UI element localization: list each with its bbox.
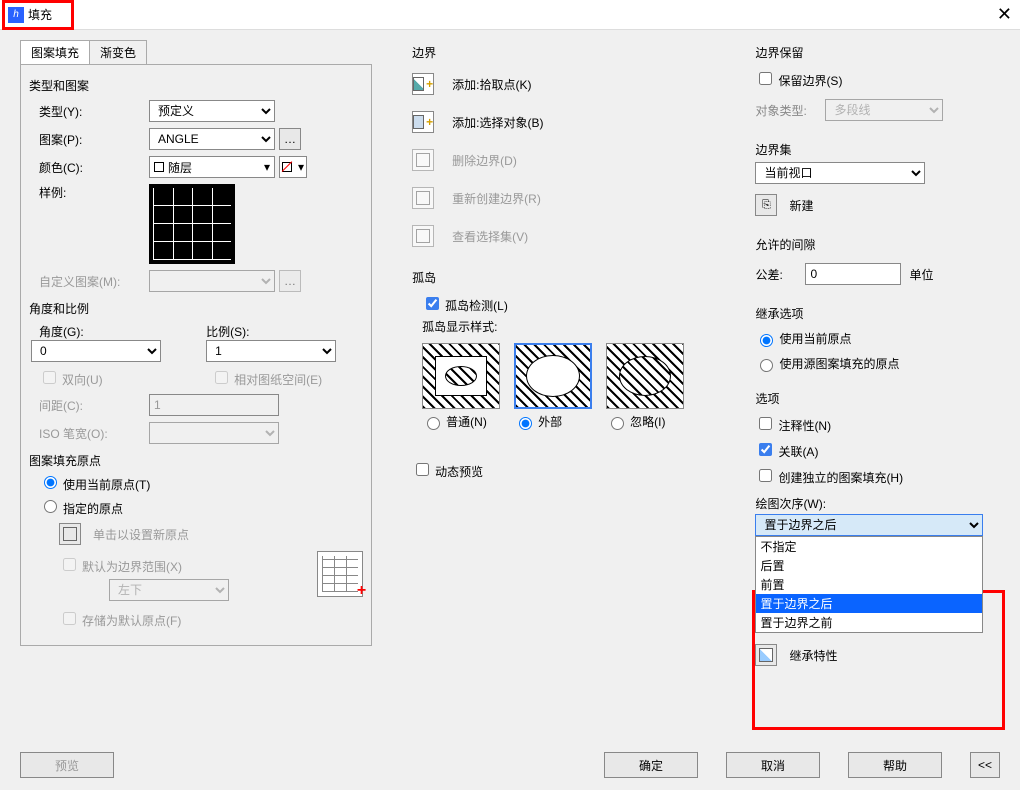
island-ignore-img[interactable] [606, 343, 684, 409]
collapse-button[interactable]: << [970, 752, 1000, 778]
inherit-props-icon[interactable] [755, 644, 777, 666]
draw-order-label: 绘图次序(W): [755, 495, 1000, 512]
pattern-label: 图案(P): [29, 131, 149, 148]
delete-boundary-icon [412, 149, 434, 171]
select-objects-label[interactable]: 添加:选择对象(B) [452, 114, 543, 131]
pattern-preview[interactable] [149, 184, 235, 264]
new-bset-button[interactable]: 新建 [789, 197, 813, 214]
color2-select[interactable]: ▾ [279, 156, 307, 178]
click-new-origin: 单击以设置新原点 [93, 526, 189, 543]
draw-order-opt-4[interactable]: 置于边界之前 [756, 613, 982, 632]
draw-order-opt-3[interactable]: 置于边界之后 [756, 594, 982, 613]
unit-label: 单位 [909, 266, 933, 283]
inherit-props-label[interactable]: 继承特性 [789, 647, 837, 664]
scale-label: 比例(S): [206, 323, 363, 340]
app-icon: h [8, 7, 24, 23]
type-label: 类型(Y): [29, 103, 149, 120]
preview-button: 预览 [20, 752, 114, 778]
group-bset: 边界集 [755, 141, 1000, 158]
island-normal-radio[interactable]: 普通(N) [422, 413, 500, 430]
type-select[interactable]: 预定义 [149, 100, 275, 122]
custom-pattern-label: 自定义图案(M): [29, 273, 149, 290]
recreate-boundary-label: 重新创建边界(R) [452, 190, 541, 207]
color-select[interactable]: 随层▾ [149, 156, 275, 178]
draw-order-opt-2[interactable]: 前置 [756, 575, 982, 594]
iso-select [149, 422, 279, 444]
angle-select[interactable]: 0 [31, 340, 161, 362]
origin-preview: + [317, 551, 363, 597]
bset-select[interactable]: 当前视口 [755, 162, 925, 184]
recreate-boundary-icon [412, 187, 434, 209]
island-detect-checkbox[interactable]: 孤岛检测(L) [422, 294, 715, 314]
group-gap: 允许的间隙 [755, 236, 1000, 253]
inherit-source-radio[interactable]: 使用源图案填充的原点 [755, 355, 1000, 372]
group-origin: 图案填充原点 [29, 452, 363, 469]
separate-checkbox[interactable]: 创建独立的图案填充(H) [755, 466, 1000, 486]
custom-pattern-browse: … [279, 270, 301, 292]
store-default-checkbox: 存储为默认原点(F) [59, 609, 363, 629]
annotative-checkbox[interactable]: 注释性(N) [755, 414, 1000, 434]
pattern-select[interactable]: ANGLE [149, 128, 275, 150]
objtype-select: 多段线 [825, 99, 943, 121]
select-objects-icon[interactable]: + [412, 111, 434, 133]
group-angle-scale: 角度和比例 [29, 300, 363, 317]
island-outer-radio[interactable]: 外部 [514, 413, 592, 430]
draw-order-select[interactable]: 置于边界之后 [755, 514, 983, 536]
group-options: 选项 [755, 390, 1000, 407]
help-button[interactable]: 帮助 [848, 752, 942, 778]
draw-order-opt-1[interactable]: 后置 [756, 556, 982, 575]
group-type-pattern: 类型和图案 [29, 77, 363, 94]
retain-checkbox[interactable]: 保留边界(S) [755, 69, 1000, 89]
new-origin-icon [59, 523, 81, 545]
origin-specify-radio[interactable]: 指定的原点 [39, 497, 123, 517]
pick-points-icon[interactable]: + [412, 73, 434, 95]
color-label: 颜色(C): [29, 159, 149, 176]
ok-button[interactable]: 确定 [604, 752, 698, 778]
tol-label: 公差: [755, 266, 805, 283]
origin-current-radio[interactable]: 使用当前原点(T) [39, 473, 150, 493]
close-icon[interactable]: ✕ [997, 4, 1012, 25]
view-selection-label: 查看选择集(V) [452, 228, 528, 245]
cancel-button[interactable]: 取消 [726, 752, 820, 778]
island-style-label: 孤岛显示样式: [422, 318, 715, 335]
island-normal-img[interactable] [422, 343, 500, 409]
spacing-label: 间距(C): [29, 397, 149, 414]
island-outer-img[interactable] [514, 343, 592, 409]
tol-input[interactable] [805, 263, 901, 285]
tab-gradient[interactable]: 渐变色 [89, 40, 147, 64]
pattern-browse-button[interactable]: … [279, 128, 301, 150]
group-retain: 边界保留 [755, 44, 1000, 61]
custom-pattern-select [149, 270, 275, 292]
assoc-checkbox[interactable]: 关联(A) [755, 440, 1000, 460]
window-title: 填充 [28, 6, 997, 23]
objtype-label: 对象类型: [755, 102, 825, 119]
pick-points-label[interactable]: 添加:拾取点(K) [452, 76, 531, 93]
angle-label: 角度(G): [29, 323, 186, 340]
inherit-current-radio[interactable]: 使用当前原点 [755, 330, 1000, 347]
scale-select[interactable]: 1 [206, 340, 336, 362]
iso-label: ISO 笔宽(O): [29, 425, 149, 442]
double-checkbox: 双向(U) [29, 368, 191, 388]
new-bset-icon[interactable]: ⎘ [755, 194, 777, 216]
group-inherit: 继承选项 [755, 305, 1000, 322]
island-ignore-radio[interactable]: 忽略(I) [606, 413, 684, 430]
default-bounds-checkbox: 默认为边界范围(X) [59, 555, 301, 575]
draw-order-opt-0[interactable]: 不指定 [756, 537, 982, 556]
group-islands: 孤岛 [412, 269, 715, 286]
relative-checkbox: 相对图纸空间(E) [211, 368, 363, 388]
spacing-input [149, 394, 279, 416]
draw-order-dropdown-list[interactable]: 不指定 后置 前置 置于边界之后 置于边界之前 [755, 536, 983, 633]
sample-label: 样例: [29, 184, 149, 201]
view-selection-icon [412, 225, 434, 247]
delete-boundary-label: 删除边界(D) [452, 152, 517, 169]
tab-hatch[interactable]: 图案填充 [20, 40, 90, 64]
group-boundary: 边界 [412, 44, 715, 61]
origin-pos-select: 左下 [109, 579, 229, 601]
dynamic-preview-checkbox[interactable]: 动态预览 [412, 460, 715, 480]
